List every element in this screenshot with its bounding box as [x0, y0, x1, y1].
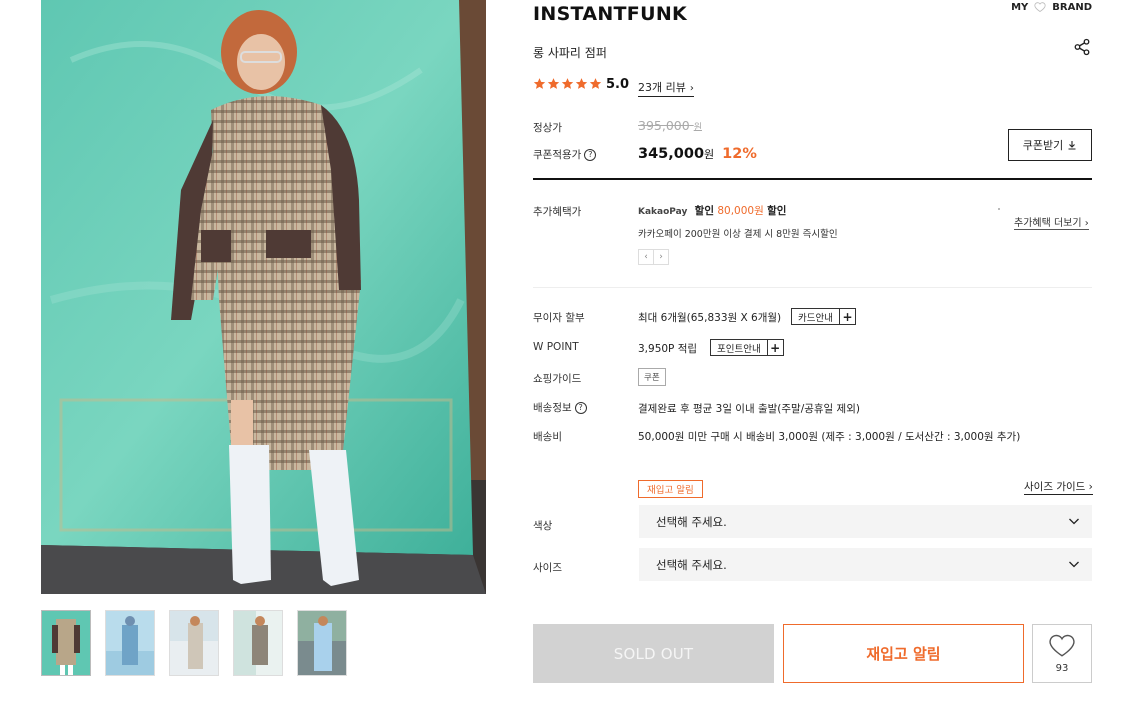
benefit-discount-word: 할인: [694, 205, 714, 217]
star-icon: [575, 78, 588, 89]
color-select-value: 선택해 주세요.: [656, 514, 727, 529]
download-icon: [1068, 141, 1076, 150]
thumbnail-2[interactable]: [105, 610, 155, 676]
divider: [533, 287, 1092, 288]
my-link[interactable]: MY: [1011, 2, 1028, 13]
chevron-right-icon: ›: [689, 83, 694, 94]
coupon-price-label-text: 쿠폰적용가: [533, 149, 582, 161]
divider: [533, 178, 1092, 180]
sold-out-button: SOLD OUT: [533, 624, 774, 683]
help-icon[interactable]: ?: [574, 402, 587, 414]
installment-label: 무이자 할부: [533, 312, 585, 324]
shipping-info-label: 배송정보?: [533, 400, 587, 415]
kakaopay-benefit: KakaoPay 할인 80,000원 할인: [638, 203, 786, 218]
size-select-value: 선택해 주세요.: [656, 557, 727, 572]
review-count: 23개 리뷰: [638, 81, 686, 94]
prev-arrow-icon[interactable]: ‹: [638, 249, 654, 265]
divider-dot: [998, 208, 1000, 210]
benefit-description: 카카오페이 200만원 이상 결제 시 8만원 즉시할인: [638, 229, 838, 240]
coupon-guide-button[interactable]: 쿠폰: [638, 368, 666, 386]
review-link[interactable]: 23개 리뷰 ›: [638, 79, 694, 97]
rating-stars: [533, 77, 602, 90]
chevron-down-icon: [1069, 561, 1079, 568]
heart-outline-icon: [1034, 2, 1046, 12]
more-benefits-label: 추가혜택 더보기: [1014, 218, 1082, 229]
product-main-image: [41, 0, 486, 594]
coupon-price-unit: 원: [704, 148, 715, 161]
top-nav: MY BRAND: [1011, 1, 1092, 13]
star-icon: [561, 78, 574, 89]
shipping-fee-value: 50,000원 미만 구매 시 배송비 3,000원 (제주 : 3,000원 …: [638, 431, 1021, 443]
wishlist-button[interactable]: 93: [1032, 624, 1092, 683]
coupon-download-button[interactable]: 쿠폰받기: [1008, 129, 1092, 161]
shipping-info-value: 결제완료 후 평균 3일 이내 출발(주말/공휴일 제외): [638, 403, 860, 415]
plus-icon: +: [838, 309, 855, 324]
restock-alert-button[interactable]: 재입고 알림: [783, 624, 1024, 683]
thumbnail-list: [41, 610, 347, 676]
shopping-guide-label: 쇼핑가이드: [533, 373, 582, 385]
star-icon: [547, 78, 560, 89]
thumbnail-5[interactable]: [297, 610, 347, 676]
coupon-price-label: 쿠폰적용가?: [533, 147, 597, 162]
thumbnail-3[interactable]: [169, 610, 219, 676]
star-icon: [533, 78, 546, 89]
coupon-button-label: 쿠폰받기: [1022, 139, 1064, 152]
benefit-amount: 80,000원: [717, 205, 764, 217]
size-label: 사이즈: [533, 562, 562, 574]
share-icon[interactable]: [1073, 38, 1091, 56]
thumbnail-4[interactable]: [233, 610, 283, 676]
kakaopay-logo: KakaoPay: [638, 207, 688, 217]
wpoint-value: 3,950P 적립: [638, 343, 698, 355]
coupon-price-value: 345,000: [638, 146, 705, 162]
benefit-discount-suffix: 할인: [767, 205, 787, 217]
size-guide-link[interactable]: 사이즈 가이드 ›: [1024, 479, 1093, 495]
benefit-pager: ‹ ›: [638, 249, 669, 265]
product-name: 롱 사파리 점퍼: [533, 46, 607, 60]
size-guide-label: 사이즈 가이드: [1024, 481, 1086, 493]
chevron-down-icon: [1069, 518, 1079, 525]
rating-score: 5.0: [606, 77, 630, 92]
installment-value: 최대 6개월(65,833원 X 6개월): [638, 312, 782, 324]
regular-price-value: 395,000: [638, 118, 690, 133]
coupon-price: 345,000원 12%: [638, 146, 757, 162]
regular-price: 395,000 원: [638, 118, 702, 133]
shipping-fee-label: 배송비: [533, 431, 562, 443]
next-arrow-icon[interactable]: ›: [653, 249, 669, 265]
brand-name[interactable]: INSTANTFUNK: [533, 3, 687, 25]
wpoint-label: W POINT: [533, 341, 579, 353]
thumbnail-1[interactable]: [41, 610, 91, 676]
regular-price-label: 정상가: [533, 122, 562, 134]
size-select[interactable]: 선택해 주세요.: [639, 548, 1092, 581]
discount-rate: 12%: [722, 146, 757, 162]
card-info-button[interactable]: 카드안내 +: [791, 308, 856, 325]
restock-alert-tag[interactable]: 재입고 알림: [638, 480, 703, 498]
shipping-info-label-text: 배송정보: [533, 402, 572, 414]
color-label: 색상: [533, 520, 553, 532]
help-icon[interactable]: ?: [584, 149, 597, 161]
card-info-label: 카드안내: [798, 312, 833, 324]
wishlist-count: 93: [1055, 662, 1069, 674]
color-select[interactable]: 선택해 주세요.: [639, 505, 1092, 538]
point-info-label: 포인트안내: [717, 343, 761, 355]
star-icon: [589, 78, 602, 89]
point-info-button[interactable]: 포인트안내 +: [710, 339, 784, 356]
brand-link[interactable]: BRAND: [1052, 2, 1092, 13]
benefit-label: 추가혜택가: [533, 206, 582, 218]
regular-price-unit: 원: [693, 123, 702, 133]
more-benefits-link[interactable]: 추가혜택 더보기 ›: [1014, 214, 1089, 230]
plus-icon: +: [766, 340, 783, 355]
heart-icon: [1049, 634, 1075, 657]
